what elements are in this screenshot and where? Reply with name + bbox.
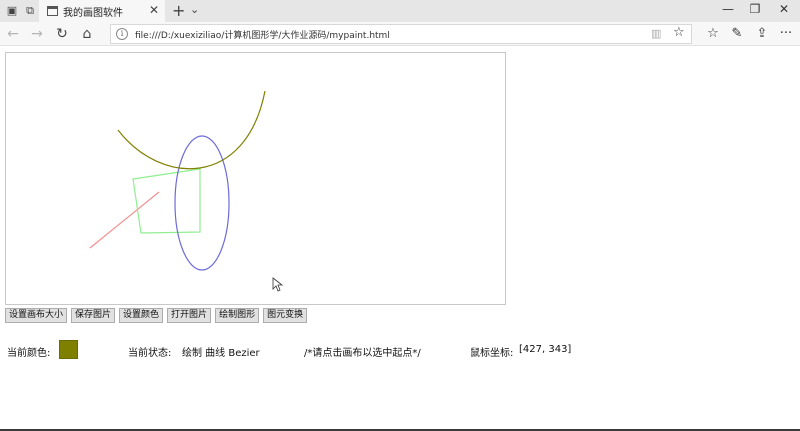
tab-mypaint[interactable]: 我的画图软件 ✕	[39, 0, 165, 22]
minimize-button[interactable]: —	[718, 2, 738, 16]
canvas-polygon	[132, 168, 201, 234]
mouse-cursor-icon	[272, 277, 284, 292]
address-bar[interactable]: i file:///D:/xuexiziliao/计算机图形学/大作业源码/my…	[110, 24, 692, 44]
save-image-button[interactable]: 保存图片	[71, 308, 116, 323]
forward-button[interactable]: →	[27, 24, 47, 44]
address-text[interactable]: file:///D:/xuexiziliao/计算机图形学/大作业源码/mypa…	[135, 28, 390, 41]
reading-view-icon[interactable]: ▥	[651, 27, 661, 40]
set-canvas-size-button[interactable]: 设置画布大小	[5, 308, 68, 323]
draw-shape-button[interactable]: 绘制图形	[215, 308, 260, 323]
transform-button[interactable]: 图元变换	[263, 308, 308, 323]
color-label: 当前颜色:	[7, 348, 51, 359]
canvas-ellipse	[174, 135, 230, 271]
share-icon[interactable]: ⇪	[752, 24, 772, 44]
favorite-star-icon[interactable]: ☆	[673, 25, 685, 40]
navigation-bar: ← → ↻ ⌂ i file:///D:/xuexiziliao/计算机图形学/…	[0, 22, 800, 46]
tab-title: 我的画图软件	[63, 8, 123, 19]
tab-list-chevron-icon[interactable]: ⌄	[190, 3, 199, 16]
canvas-drawing[interactable]	[6, 53, 505, 304]
tab-actions-icon[interactable]: ▣	[4, 3, 20, 19]
canvas-line	[89, 191, 160, 249]
more-icon[interactable]: ···	[776, 24, 796, 44]
current-color-swatch	[59, 340, 78, 359]
mouse-label: 鼠标坐标:	[470, 348, 514, 359]
restore-button[interactable]: ❐	[745, 2, 765, 16]
close-window-button[interactable]: ✕	[774, 2, 794, 16]
mouse-coordinates: [427, 343]	[519, 344, 572, 355]
new-tab-button[interactable]: +	[172, 1, 185, 20]
refresh-button[interactable]: ↻	[52, 24, 72, 44]
set-color-button[interactable]: 设置颜色	[119, 308, 164, 323]
back-button[interactable]: ←	[3, 24, 23, 44]
state-label: 当前状态:	[128, 348, 172, 359]
state-value: 绘制 曲线 Bezier	[182, 348, 260, 359]
info-icon[interactable]: i	[116, 28, 128, 40]
hint-text: /*请点击画布以选中起点*/	[304, 348, 421, 359]
status-row: 当前颜色: 当前状态: 绘制 曲线 Bezier /*请点击画布以选中起点*/ …	[0, 340, 800, 362]
paint-canvas[interactable]	[5, 52, 506, 305]
title-bar: ▣ ⧉ 我的画图软件 ✕ + ⌄ — ❐ ✕	[0, 0, 800, 22]
web-note-icon[interactable]: ✎	[727, 24, 747, 44]
open-image-button[interactable]: 打开图片	[167, 308, 212, 323]
tab-close-icon[interactable]: ✕	[149, 3, 159, 17]
favorites-hub-icon[interactable]: ☆	[703, 24, 723, 44]
page-icon	[47, 6, 58, 16]
canvas-bezier-curve	[117, 90, 266, 170]
button-row: 设置画布大小 保存图片 设置颜色 打开图片 绘制图形 图元变换	[5, 308, 308, 324]
home-button[interactable]: ⌂	[77, 24, 97, 44]
tab-preview-icon[interactable]: ⧉	[22, 3, 38, 19]
